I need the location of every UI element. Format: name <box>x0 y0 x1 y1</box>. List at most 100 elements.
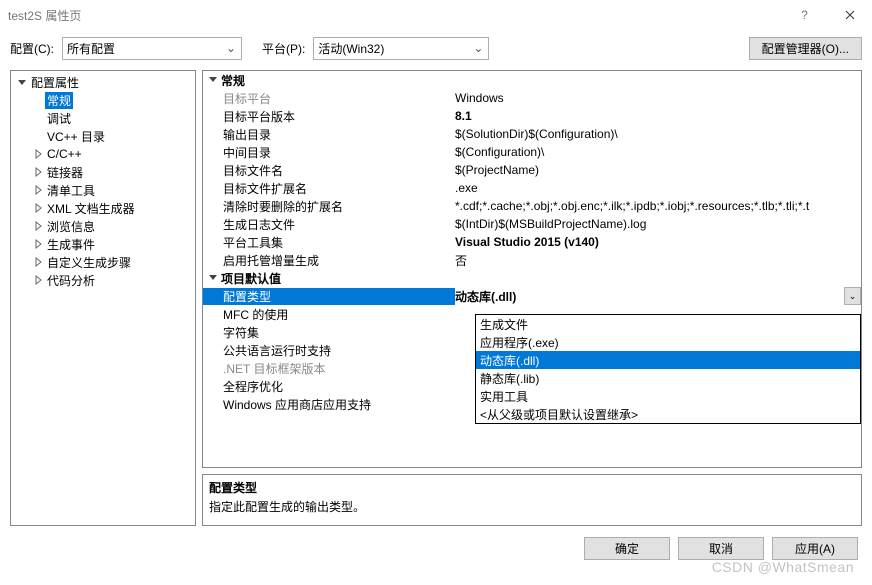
dropdown-option[interactable]: 应用程序(.exe) <box>476 333 860 351</box>
dropdown-option[interactable]: 动态库(.dll) <box>476 351 860 369</box>
property-name: 字符集 <box>203 324 455 341</box>
property-value[interactable]: .exe <box>455 181 861 195</box>
tree-item[interactable]: 浏览信息 <box>11 217 195 235</box>
tree-item[interactable]: 调试 <box>11 109 195 127</box>
expand-icon[interactable] <box>31 185 45 195</box>
property-name: MFC 的使用 <box>203 306 455 323</box>
toolbar: 配置(C): 所有配置 ⌄ 平台(P): 活动(Win32) ⌄ 配置管理器(O… <box>0 30 872 66</box>
property-name: 生成日志文件 <box>203 216 455 233</box>
tree-item-label: 常规 <box>45 92 73 109</box>
tree-item[interactable]: 常规 <box>11 91 195 109</box>
property-group[interactable]: 项目默认值 <box>203 269 861 287</box>
tree-item[interactable]: 代码分析 <box>11 271 195 289</box>
property-name: 清除时要删除的扩展名 <box>203 198 455 215</box>
tree-item-label: 生成事件 <box>45 236 97 253</box>
expand-icon[interactable] <box>31 257 45 267</box>
expand-icon[interactable] <box>31 275 45 285</box>
tree-item[interactable]: C/C++ <box>11 145 195 163</box>
property-name: 公共语言运行时支持 <box>203 342 455 359</box>
property-value[interactable]: Windows <box>455 91 861 105</box>
group-label: 常规 <box>221 72 245 89</box>
tree-root[interactable]: 配置属性 <box>11 73 195 91</box>
property-value[interactable]: 否 <box>455 252 861 269</box>
property-name: 目标平台 <box>203 90 455 107</box>
platform-value: 活动(Win32) <box>318 40 384 57</box>
property-group[interactable]: 常规 <box>203 71 861 89</box>
property-row[interactable]: 生成日志文件$(IntDir)$(MSBuildProjectName).log <box>203 215 861 233</box>
window-title: test2S 属性页 <box>8 7 782 24</box>
property-row[interactable]: 目标平台Windows <box>203 89 861 107</box>
property-row[interactable]: 平台工具集Visual Studio 2015 (v140) <box>203 233 861 251</box>
property-value[interactable]: *.cdf;*.cache;*.obj;*.obj.enc;*.ilk;*.ip… <box>455 199 861 213</box>
property-row[interactable]: 清除时要删除的扩展名*.cdf;*.cache;*.obj;*.obj.enc;… <box>203 197 861 215</box>
property-name: Windows 应用商店应用支持 <box>203 396 455 413</box>
chevron-down-icon: ⌄ <box>223 41 239 55</box>
tree-item[interactable]: XML 文档生成器 <box>11 199 195 217</box>
property-name: 启用托管增量生成 <box>203 252 455 269</box>
property-row[interactable]: 中间目录$(Configuration)\ <box>203 143 861 161</box>
apply-button[interactable]: 应用(A) <box>772 537 858 560</box>
property-row[interactable]: 输出目录$(SolutionDir)$(Configuration)\ <box>203 125 861 143</box>
collapse-icon[interactable] <box>15 77 29 87</box>
tree-item-label: XML 文档生成器 <box>45 200 137 217</box>
property-value[interactable]: $(ProjectName) <box>455 163 861 177</box>
close-button[interactable] <box>827 0 872 30</box>
tree-item[interactable]: VC++ 目录 <box>11 127 195 145</box>
config-value: 所有配置 <box>67 40 115 57</box>
expand-icon[interactable] <box>31 221 45 231</box>
config-tree[interactable]: 配置属性 常规调试VC++ 目录C/C++链接器清单工具XML 文档生成器浏览信… <box>10 70 196 526</box>
collapse-icon[interactable] <box>205 271 221 285</box>
dropdown-option[interactable]: 静态库(.lib) <box>476 369 860 387</box>
help-button[interactable]: ? <box>782 0 827 30</box>
tree-item[interactable]: 自定义生成步骤 <box>11 253 195 271</box>
property-name: 平台工具集 <box>203 234 455 251</box>
description-title: 配置类型 <box>209 479 855 496</box>
property-value[interactable]: Visual Studio 2015 (v140) <box>455 235 861 249</box>
dropdown-option[interactable]: 实用工具 <box>476 387 860 405</box>
property-row[interactable]: 目标文件名$(ProjectName) <box>203 161 861 179</box>
dropdown-option[interactable]: <从父级或项目默认设置继承> <box>476 405 860 423</box>
property-value[interactable]: $(IntDir)$(MSBuildProjectName).log <box>455 217 861 231</box>
expand-icon[interactable] <box>31 239 45 249</box>
tree-item-label: 调试 <box>45 110 73 127</box>
tree-item[interactable]: 链接器 <box>11 163 195 181</box>
config-type-dropdown[interactable]: 生成文件应用程序(.exe)动态库(.dll)静态库(.lib)实用工具<从父级… <box>475 314 861 424</box>
description-text: 指定此配置生成的输出类型。 <box>209 498 855 515</box>
property-row[interactable]: 启用托管增量生成否 <box>203 251 861 269</box>
tree-item-label: 链接器 <box>45 164 85 181</box>
property-panel: 常规目标平台Windows目标平台版本8.1输出目录$(SolutionDir)… <box>202 70 862 526</box>
tree-item[interactable]: 生成事件 <box>11 235 195 253</box>
expand-icon[interactable] <box>31 149 45 159</box>
property-name: .NET 目标框架版本 <box>203 360 455 377</box>
property-row[interactable]: 目标平台版本8.1 <box>203 107 861 125</box>
property-value[interactable]: $(SolutionDir)$(Configuration)\ <box>455 127 861 141</box>
platform-select[interactable]: 活动(Win32) ⌄ <box>313 37 489 60</box>
collapse-icon[interactable] <box>205 73 221 87</box>
property-value[interactable]: 动态库(.dll) <box>455 288 861 305</box>
property-name: 输出目录 <box>203 126 455 143</box>
property-row[interactable]: 配置类型动态库(.dll)⌄ <box>203 287 861 305</box>
config-select[interactable]: 所有配置 ⌄ <box>62 37 242 60</box>
tree-item[interactable]: 清单工具 <box>11 181 195 199</box>
tree-root-label: 配置属性 <box>29 74 81 91</box>
cancel-button[interactable]: 取消 <box>678 537 764 560</box>
close-icon <box>845 10 855 20</box>
dropdown-button[interactable]: ⌄ <box>844 287 861 305</box>
platform-label: 平台(P): <box>262 40 305 57</box>
config-label: 配置(C): <box>10 40 54 57</box>
expand-icon[interactable] <box>31 167 45 177</box>
property-name: 中间目录 <box>203 144 455 161</box>
property-grid[interactable]: 常规目标平台Windows目标平台版本8.1输出目录$(SolutionDir)… <box>202 70 862 468</box>
tree-item-label: 自定义生成步骤 <box>45 254 133 271</box>
expand-icon[interactable] <box>31 203 45 213</box>
config-manager-button[interactable]: 配置管理器(O)... <box>749 37 862 60</box>
property-row[interactable]: 目标文件扩展名.exe <box>203 179 861 197</box>
dropdown-option[interactable]: 生成文件 <box>476 315 860 333</box>
main-area: 配置属性 常规调试VC++ 目录C/C++链接器清单工具XML 文档生成器浏览信… <box>0 66 872 526</box>
ok-button[interactable]: 确定 <box>584 537 670 560</box>
tree-item-label: VC++ 目录 <box>45 128 107 145</box>
tree-item-label: 清单工具 <box>45 182 97 199</box>
property-value[interactable]: 8.1 <box>455 109 861 123</box>
property-name: 全程序优化 <box>203 378 455 395</box>
property-value[interactable]: $(Configuration)\ <box>455 145 861 159</box>
